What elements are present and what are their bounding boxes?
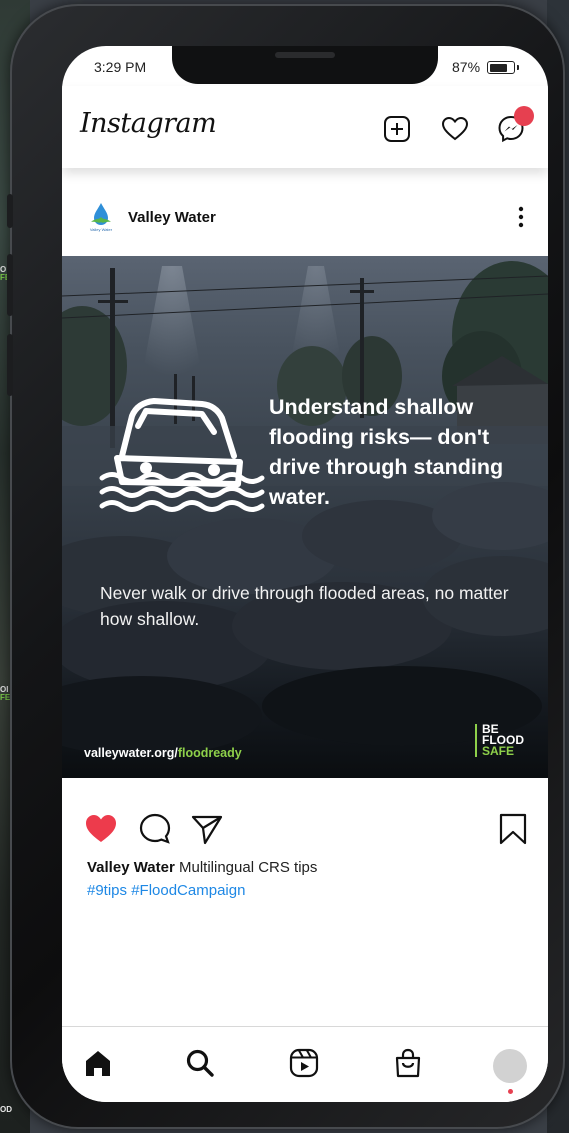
home-icon[interactable] xyxy=(82,1047,114,1079)
bottom-nav xyxy=(62,1026,548,1102)
post-image-scene xyxy=(62,261,548,756)
messages-notification-dot xyxy=(514,106,534,126)
profile-avatar[interactable] xyxy=(493,1049,527,1083)
post-actions xyxy=(62,806,548,850)
new-post-icon[interactable] xyxy=(382,114,412,144)
screen: 3:29 PM 87% Instagram Valley Water Valle… xyxy=(62,46,548,1102)
battery-tip xyxy=(516,65,519,70)
post-image[interactable]: Understand shallow flooding risks— don't… xyxy=(62,256,548,778)
notch xyxy=(172,46,438,84)
post-header: Valley Water Valley Water xyxy=(62,194,548,248)
svg-text:Valley Water: Valley Water xyxy=(90,227,113,232)
mute-switch xyxy=(7,194,13,228)
account-name[interactable]: Valley Water xyxy=(128,209,216,226)
battery-percent: 87% xyxy=(452,59,481,75)
battery-icon xyxy=(487,61,519,74)
instagram-header: Instagram xyxy=(62,86,548,168)
heart-icon[interactable] xyxy=(440,114,470,144)
more-options-icon[interactable] xyxy=(518,206,524,228)
instagram-logo[interactable]: Instagram xyxy=(80,108,217,139)
reels-icon[interactable] xyxy=(288,1047,320,1079)
like-heart-icon[interactable] xyxy=(84,812,118,846)
profile-notification-dot xyxy=(508,1089,513,1094)
image-subtext: Never walk or drive through flooded area… xyxy=(100,583,509,629)
speaker xyxy=(275,52,335,58)
caption-account[interactable]: Valley Water xyxy=(87,859,175,876)
image-url: valleywater.org/floodready xyxy=(84,746,242,760)
side-text-bottom: OD xyxy=(0,1105,12,1114)
bookmark-icon[interactable] xyxy=(496,812,530,846)
share-icon[interactable] xyxy=(190,812,224,846)
search-icon[interactable] xyxy=(184,1047,216,1079)
side-text-mid: OI FE xyxy=(0,685,11,702)
caption-hashtags[interactable]: #9tips #FloodCampaign xyxy=(87,879,317,902)
volume-up-button xyxy=(7,254,13,316)
status-time: 3:29 PM xyxy=(94,59,147,75)
shop-icon[interactable] xyxy=(392,1047,424,1079)
battery-fill xyxy=(489,63,507,72)
comment-icon[interactable] xyxy=(138,812,172,846)
valley-water-logo[interactable]: Valley Water xyxy=(84,200,118,234)
phone-frame: 3:29 PM 87% Instagram Valley Water Valle… xyxy=(7,4,565,1129)
image-headline: Understand shallow flooding risks— don't… xyxy=(269,395,504,509)
volume-down-button xyxy=(7,334,13,396)
be-flood-safe-badge: BE FLOOD SAFE xyxy=(475,723,524,757)
caption-text: Multilingual CRS tips xyxy=(174,859,318,876)
post-caption: Valley Water Multilingual CRS tips #9tip… xyxy=(87,856,317,902)
